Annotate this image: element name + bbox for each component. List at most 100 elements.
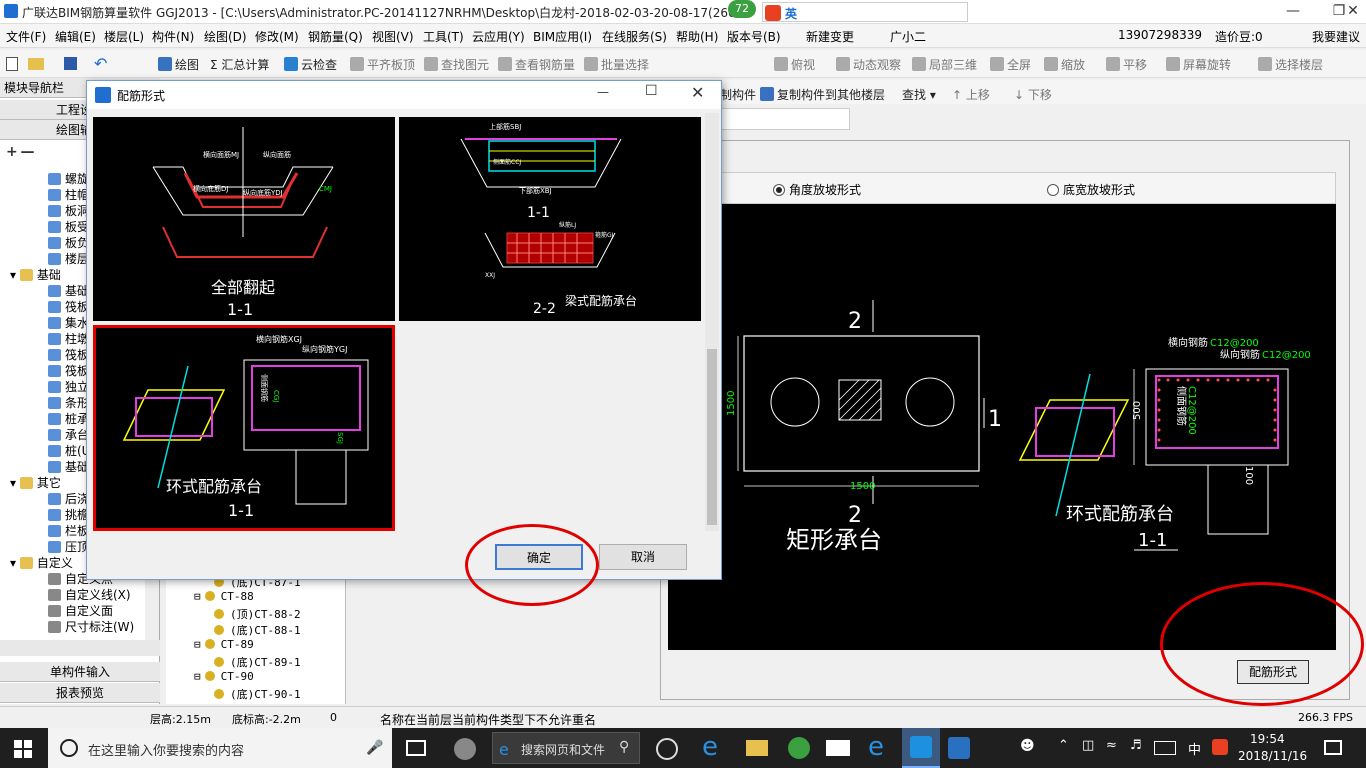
price-beans[interactable]: 造价豆:0 bbox=[1215, 28, 1263, 45]
tree-item[interactable]: 自定义面 bbox=[48, 602, 113, 619]
align-slab-top-button[interactable]: 平齐板顶 bbox=[350, 56, 415, 73]
single-component-input[interactable]: 单构件输入 bbox=[0, 662, 160, 682]
report-preview[interactable]: 报表预览 bbox=[0, 683, 160, 703]
tree-item[interactable]: 柱帽 bbox=[48, 186, 89, 203]
blue-app-icon[interactable] bbox=[948, 737, 970, 759]
suggest-link[interactable]: 我要建议 bbox=[1312, 28, 1360, 45]
main-tab[interactable] bbox=[720, 108, 850, 130]
orbit-button[interactable]: 动态观察 bbox=[836, 56, 901, 73]
clock-date[interactable]: 2018/11/16 bbox=[1238, 749, 1307, 763]
windows-start-icon[interactable] bbox=[14, 740, 32, 758]
tree-group-foundation[interactable]: ▾ 基础 bbox=[10, 266, 61, 283]
tree-item[interactable]: 自定义线(X) bbox=[48, 586, 131, 603]
form-option-ring[interactable]: 横向钢筋XGJ 纵向钢筋YGJ 侧面钢筋 CGJ SGJ 环式配筋承台 1-1 bbox=[93, 325, 395, 531]
screen-rotate-button[interactable]: 屏幕旋转 bbox=[1166, 56, 1231, 73]
menu-help[interactable]: 帮助(H) bbox=[676, 28, 718, 45]
copy-component-button[interactable]: 制构件 bbox=[720, 86, 756, 103]
width-slope-option[interactable]: 底宽放坡形式 bbox=[1047, 181, 1135, 198]
open-folder-icon[interactable] bbox=[28, 58, 44, 70]
summary-calc-button[interactable]: Σ 汇总计算 bbox=[210, 56, 269, 73]
top-view-button[interactable]: 俯视 bbox=[774, 56, 815, 73]
people-icon[interactable]: ☻ bbox=[1020, 738, 1035, 754]
list-item[interactable]: ⊟ CT-89 bbox=[194, 638, 254, 651]
find-dropdown[interactable]: 查找 ▾ bbox=[902, 86, 936, 103]
new-file-icon[interactable] bbox=[6, 57, 18, 71]
tree-item[interactable]: 压顶 bbox=[48, 538, 89, 555]
list-item[interactable]: (底)CT-89-1 bbox=[210, 654, 301, 670]
tree-item[interactable]: 尺寸标注(W) bbox=[48, 618, 134, 635]
scrollbar-thumb[interactable] bbox=[707, 349, 717, 525]
list-item[interactable]: (顶)CT-88-2 bbox=[210, 606, 301, 622]
close-button[interactable]: ✕ bbox=[1340, 0, 1366, 24]
zoom-button[interactable]: 缩放 bbox=[1044, 56, 1085, 73]
user-phone[interactable]: 13907298339 bbox=[1118, 28, 1202, 42]
copy-to-floors-button[interactable]: 复制构件到其他楼层 bbox=[760, 86, 885, 103]
green-app-icon[interactable] bbox=[788, 737, 810, 759]
select-floor-button[interactable]: 选择楼层 bbox=[1258, 56, 1323, 73]
keyboard-icon[interactable] bbox=[1154, 741, 1176, 755]
view-rebar-button[interactable]: 查看钢筋量 bbox=[498, 56, 575, 73]
form-option-full-bend[interactable]: 横向面筋MJ 纵向面筋 横向底筋DJ 纵向底筋YDJ CMJ 全部翻起 1-1 bbox=[93, 117, 395, 321]
form-option-beam[interactable]: 上部筋SBJ 侧面筋CCJ 下部筋XBJ 1-1 纵筋LJ 箍筋GJ XXJ 2… bbox=[399, 117, 701, 321]
nav-hscrollbar[interactable] bbox=[0, 640, 160, 656]
notification-badge[interactable]: 72 bbox=[728, 0, 756, 18]
menu-cloud[interactable]: 云应用(Y) bbox=[472, 28, 525, 45]
list-item[interactable]: (底)CT-88-1 bbox=[210, 622, 301, 638]
menu-draw[interactable]: 绘图(D) bbox=[204, 28, 247, 45]
move-down-button[interactable]: ↓ 下移 bbox=[1014, 86, 1052, 103]
minimize-button[interactable]: — bbox=[1270, 0, 1316, 24]
tray-up-icon[interactable]: ⌃ bbox=[1058, 738, 1069, 753]
web-search-box[interactable]: e 搜索网页和文件 ⚲ bbox=[492, 732, 640, 764]
menu-rebar[interactable]: 钢筋量(Q) bbox=[308, 28, 363, 45]
tree-item[interactable]: 栏板 bbox=[48, 522, 89, 539]
menu-new-change[interactable]: 新建变更 bbox=[806, 28, 854, 45]
undo-icon[interactable]: ↶ bbox=[94, 54, 107, 73]
find-element-button[interactable]: 查找图元 bbox=[424, 56, 489, 73]
volume-icon[interactable]: ♬ bbox=[1130, 738, 1142, 753]
dialog-scrollbar[interactable] bbox=[705, 113, 719, 531]
clock-app-icon[interactable] bbox=[656, 738, 678, 760]
draw-button[interactable]: 绘图 bbox=[158, 56, 199, 73]
tree-item[interactable]: 挑檐 bbox=[48, 506, 89, 523]
edge-browser-icon[interactable]: e bbox=[868, 732, 884, 762]
sogou-tray-icon[interactable] bbox=[1212, 739, 1228, 755]
list-item[interactable]: (底)CT-90-1 bbox=[210, 686, 301, 702]
local-3d-button[interactable]: 局部三维 bbox=[912, 56, 977, 73]
explorer-icon[interactable] bbox=[746, 740, 768, 756]
menu-bim[interactable]: BIM应用(I) bbox=[533, 28, 592, 45]
menu-file[interactable]: 文件(F) bbox=[6, 28, 46, 45]
angle-slope-option[interactable]: 角度放坡形式 bbox=[773, 181, 861, 198]
tree-item[interactable]: 板洞 bbox=[48, 202, 89, 219]
batch-select-button[interactable]: 批量选择 bbox=[584, 56, 649, 73]
menu-modify[interactable]: 修改(M) bbox=[255, 28, 299, 45]
tree-item[interactable]: 柱墩 bbox=[48, 330, 89, 347]
cloud-check-button[interactable]: 云检查 bbox=[284, 56, 337, 73]
cancel-button[interactable]: 取消 bbox=[599, 544, 687, 570]
move-up-button[interactable]: ↑ 上移 bbox=[952, 86, 990, 103]
fan-app-icon[interactable] bbox=[454, 738, 476, 760]
tree-group-custom[interactable]: ▾ 自定义 bbox=[10, 554, 73, 571]
menu-guangxiaoer[interactable]: 广小二 bbox=[890, 28, 926, 45]
menu-version[interactable]: 版本号(B) bbox=[727, 28, 781, 45]
taskbar-search[interactable]: 在这里输入你要搜索的内容 🎤 bbox=[48, 728, 392, 768]
menu-component[interactable]: 构件(N) bbox=[152, 28, 194, 45]
menu-floor[interactable]: 楼层(L) bbox=[104, 28, 144, 45]
tree-group-other[interactable]: ▾ 其它 bbox=[10, 474, 61, 491]
task-view-icon[interactable] bbox=[406, 740, 426, 756]
save-icon[interactable] bbox=[64, 57, 77, 70]
menu-online[interactable]: 在线服务(S) bbox=[602, 28, 667, 45]
ie-icon[interactable]: e bbox=[702, 732, 718, 762]
list-item[interactable]: ⊟ CT-90 bbox=[194, 670, 254, 683]
ime-toolbar[interactable]: 英 bbox=[762, 2, 968, 22]
ggj-task-button[interactable] bbox=[902, 728, 940, 768]
clock-time[interactable]: 19:54 bbox=[1250, 732, 1285, 746]
mail-icon[interactable] bbox=[826, 740, 850, 756]
menu-tools[interactable]: 工具(T) bbox=[423, 28, 464, 45]
menu-view[interactable]: 视图(V) bbox=[372, 28, 414, 45]
dialog-minimize-button[interactable]: — bbox=[597, 85, 609, 99]
pan-button[interactable]: 平移 bbox=[1106, 56, 1147, 73]
notification-icon[interactable] bbox=[1324, 740, 1342, 755]
menu-edit[interactable]: 编辑(E) bbox=[55, 28, 96, 45]
tray-network-icon[interactable]: ◫ bbox=[1082, 738, 1094, 753]
expand-collapse-icon[interactable]: + — bbox=[6, 144, 35, 160]
